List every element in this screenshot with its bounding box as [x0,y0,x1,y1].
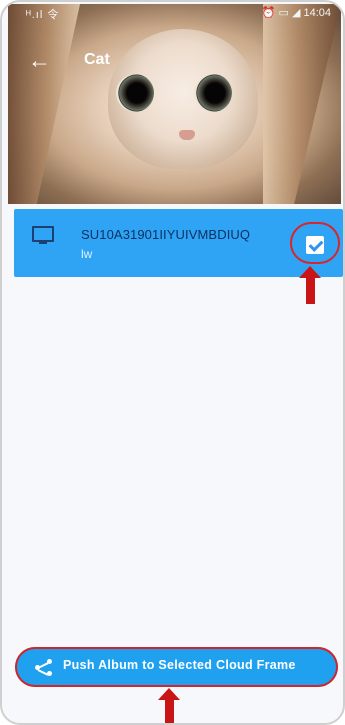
arrow-up-icon [158,688,180,723]
status-right: ⏰ ▭ ◢ 14:04 [261,7,331,19]
back-arrow-icon[interactable]: ← [28,48,51,72]
device-row[interactable]: SU10A31901IIYUIVMBDIUQ lw [14,209,343,277]
share-icon [35,659,53,676]
status-left: ᴴ.ıl 令 [26,9,60,21]
page-title: Cat [84,51,110,68]
phone-frame: ᴴ.ıl 令 ⏰ ▭ ◢ 14:04 ← Cat SU10A31901IIYUI… [0,0,345,725]
push-button-label: Push Album to Selected Cloud Frame [63,658,296,672]
top-app-bar: ← Cat [8,46,341,80]
checkbox-checked-icon[interactable] [306,236,324,254]
cover-left-edge [8,4,80,204]
device-subtitle: lw [81,247,93,261]
status-bar: ᴴ.ıl 令 ⏰ ▭ ◢ 14:04 [8,4,341,22]
device-select-highlight [290,222,340,264]
album-cover: ᴴ.ıl 令 ⏰ ▭ ◢ 14:04 ← Cat [8,4,341,204]
cat-nose [179,130,195,140]
arrow-up-icon [299,266,321,304]
monitor-icon [32,226,54,244]
push-album-button[interactable]: Push Album to Selected Cloud Frame [15,647,338,687]
cover-right-edge [263,4,341,204]
device-name: SU10A31901IIYUIVMBDIUQ [81,227,251,242]
